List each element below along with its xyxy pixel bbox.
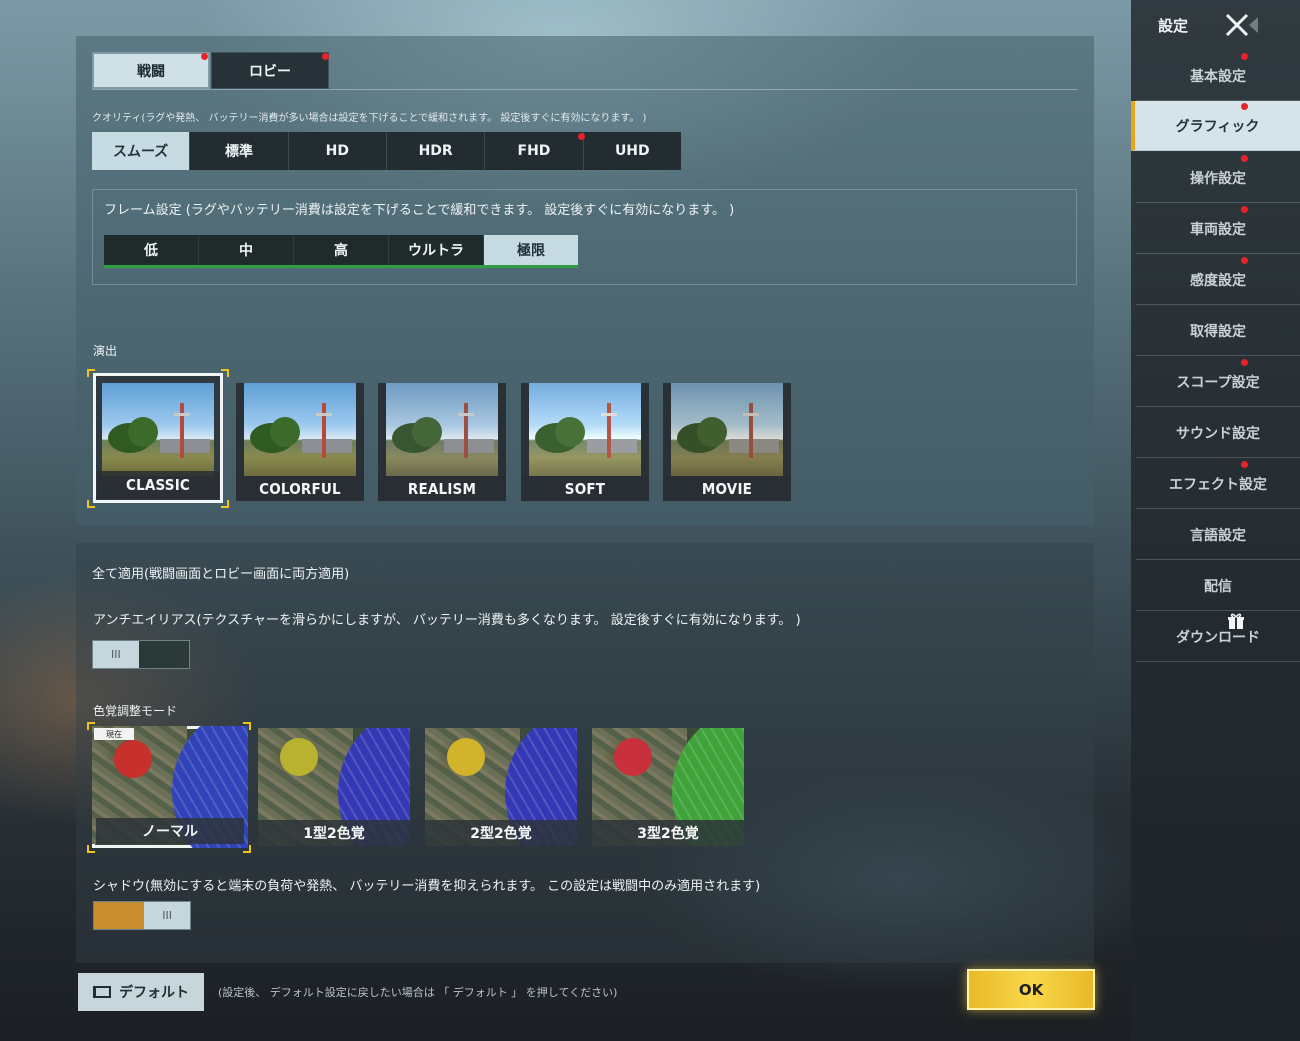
selection-corner <box>221 500 229 508</box>
tab-divider <box>92 89 1078 90</box>
scene-thumbnail <box>244 383 356 476</box>
scene-thumbnail <box>671 383 783 476</box>
presentation-label-movie: MOVIE <box>663 476 791 501</box>
notification-dot <box>1241 206 1248 213</box>
selection-corner <box>243 845 251 853</box>
colorblind-label-tritan: 3型2色覚 <box>592 820 744 846</box>
presentation-label-colorful: COLORFUL <box>236 476 364 501</box>
sidebar-item-sensitivity[interactable]: 感度設定 <box>1136 255 1300 305</box>
notification-dot <box>1241 103 1248 110</box>
quality-option-hd[interactable]: HD <box>289 132 387 170</box>
scene-thumbnail <box>529 383 641 476</box>
frame-option-medium[interactable]: 中 <box>199 235 294 265</box>
collapse-arrow-icon[interactable] <box>1249 17 1258 33</box>
quality-selector: スムーズ 標準 HD HDR FHD UHD <box>92 132 681 170</box>
colorblind-option-tritan[interactable]: 3型2色覚 <box>592 728 744 846</box>
antialias-label: アンチエイリアス(テクスチャーを滑らかにしますが、 バッテリー消費も多くなります… <box>93 613 801 628</box>
toggle-track-off <box>138 641 189 668</box>
selection-corner <box>87 722 95 730</box>
quality-description: クオリティ(ラグや発熱、 バッテリー消費が多い場合は設定を下げることで緩和されま… <box>92 113 647 124</box>
toggle-track-on <box>94 902 145 929</box>
notification-dot <box>1241 155 1248 162</box>
selection-corner <box>221 369 229 377</box>
selection-corner <box>87 500 95 508</box>
zone-circle <box>447 738 485 776</box>
close-icon[interactable] <box>1224 12 1250 38</box>
reset-icon <box>93 986 111 998</box>
toggle-handle: III <box>93 641 139 668</box>
presentation-option-classic[interactable]: CLASSIC <box>93 373 223 503</box>
notification-dot <box>322 53 329 60</box>
sidebar-item-basic[interactable]: 基本設定 <box>1136 51 1300 101</box>
colorblind-option-protan[interactable]: 1型2色覚 <box>258 728 410 846</box>
tab-lobby[interactable]: ロビー <box>211 52 329 89</box>
notification-dot <box>1241 53 1248 60</box>
apply-all-label: 全て適用(戦闘画面とロビー画面に両方適用) <box>92 567 350 582</box>
colorblind-label: 色覚調整モード <box>93 704 178 718</box>
colorblind-label-normal: ノーマル <box>96 818 244 844</box>
frame-option-low[interactable]: 低 <box>104 235 199 265</box>
presentation-label: 演出 <box>93 344 118 358</box>
colorblind-option-deutan[interactable]: 2型2色覚 <box>425 728 577 846</box>
selection-corner <box>243 722 251 730</box>
current-badge: 現在 <box>94 728 134 740</box>
quality-option-fhd[interactable]: FHD <box>485 132 584 170</box>
sidebar-item-effects[interactable]: エフェクト設定 <box>1136 459 1300 509</box>
notification-dot <box>1241 359 1248 366</box>
frame-description: フレーム設定 (ラグやバッテリー消費は設定を下げることで緩和できます。 設定後す… <box>104 203 735 218</box>
colorblind-label-deutan: 2型2色覚 <box>425 820 577 846</box>
scene-thumbnail <box>102 383 214 476</box>
selection-corner <box>87 369 95 377</box>
zone-circle <box>114 740 152 778</box>
presentation-option-colorful[interactable]: COLORFUL <box>236 383 364 501</box>
shadow-label: シャドウ(無効にすると端末の負荷や発熱、 バッテリー消費を抑えられます。 この設… <box>93 879 761 894</box>
quality-option-hdr[interactable]: HDR <box>387 132 486 170</box>
sidebar-item-vehicle[interactable]: 車両設定 <box>1136 204 1300 254</box>
quality-option-smooth[interactable]: スムーズ <box>92 132 191 170</box>
sidebar-item-download[interactable]: ダウンロード <box>1136 612 1300 662</box>
zone-circle <box>280 738 318 776</box>
sidebar-title: 設定 <box>1158 17 1189 35</box>
shadow-toggle[interactable]: III <box>93 901 191 930</box>
presentation-option-soft[interactable]: SOFT <box>521 383 649 501</box>
presentation-option-movie[interactable]: MOVIE <box>663 383 791 501</box>
frame-option-ultra[interactable]: ウルトラ <box>389 235 484 265</box>
default-button[interactable]: デフォルト <box>78 973 204 1011</box>
sidebar-item-controls[interactable]: 操作設定 <box>1136 153 1300 203</box>
toggle-handle: III <box>144 902 190 929</box>
antialias-toggle[interactable]: III <box>92 640 190 669</box>
gift-icon <box>1227 612 1245 630</box>
sidebar-item-sound[interactable]: サウンド設定 <box>1136 408 1300 458</box>
colorblind-option-normal[interactable]: 現在 ノーマル <box>92 726 248 848</box>
presentation-label-classic: CLASSIC <box>97 471 219 499</box>
sidebar-item-streaming[interactable]: 配信 <box>1136 561 1300 611</box>
frame-option-extreme[interactable]: 極限 <box>484 235 578 265</box>
settings-sidebar: 設定 基本設定 グラフィック 操作設定 車両設定 感度設定 取得設定 スコープ設… <box>1131 0 1300 1041</box>
sidebar-item-language[interactable]: 言語設定 <box>1136 510 1300 560</box>
frame-selector: 低 中 高 ウルトラ 極限 <box>104 235 578 268</box>
scene-thumbnail <box>386 383 498 476</box>
default-hint: (設定後、 デフォルト設定に戻したい場合は 「 デフォルト 」 を押してください… <box>218 986 618 999</box>
tab-battle[interactable]: 戦闘 <box>92 52 210 89</box>
quality-option-uhd[interactable]: UHD <box>584 132 681 170</box>
notification-dot <box>201 53 208 60</box>
colorblind-label-protan: 1型2色覚 <box>258 820 410 846</box>
sidebar-item-graphics[interactable]: グラフィック <box>1131 101 1300 151</box>
frame-option-high[interactable]: 高 <box>294 235 389 265</box>
presentation-label-soft: SOFT <box>521 476 649 501</box>
quality-option-standard[interactable]: 標準 <box>190 132 289 170</box>
ok-button[interactable]: OK <box>967 969 1095 1010</box>
notification-dot <box>1241 461 1248 468</box>
presentation-option-realism[interactable]: REALISM <box>378 383 506 501</box>
zone-circle <box>614 738 652 776</box>
selection-corner <box>87 845 95 853</box>
sidebar-item-scope[interactable]: スコープ設定 <box>1136 357 1300 407</box>
notification-dot <box>578 133 585 140</box>
sidebar-item-pickup[interactable]: 取得設定 <box>1136 306 1300 356</box>
notification-dot <box>1241 257 1248 264</box>
presentation-label-realism: REALISM <box>378 476 506 501</box>
